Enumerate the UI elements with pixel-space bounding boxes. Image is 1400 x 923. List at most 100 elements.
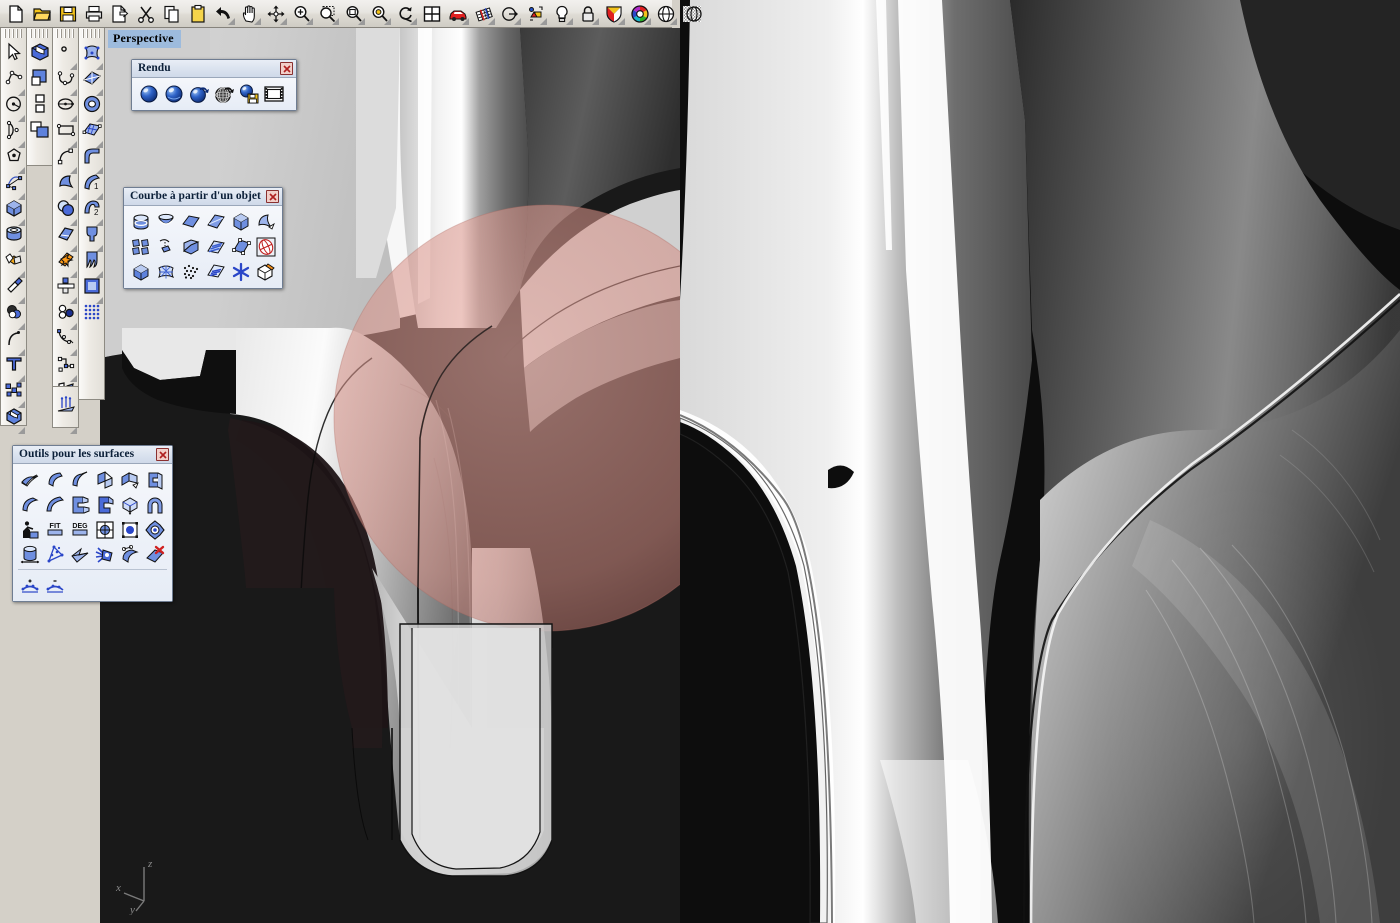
- split-surface-icon[interactable]: [92, 492, 117, 517]
- grid-snap-icon[interactable]: [471, 1, 497, 27]
- ellipse-icon[interactable]: [53, 91, 78, 117]
- blue-surface-icon[interactable]: [79, 65, 104, 91]
- open-file-icon[interactable]: [29, 1, 55, 27]
- flow-icon[interactable]: [53, 247, 78, 273]
- sidebar-column-surface-tools[interactable]: 1 2: [78, 28, 105, 400]
- text-object-icon[interactable]: [203, 259, 228, 284]
- pipe-icon[interactable]: [142, 492, 167, 517]
- curve-tools-icon[interactable]: [1, 325, 26, 351]
- fillet-surface-icon[interactable]: [42, 467, 67, 492]
- zoom-in-icon[interactable]: [289, 1, 315, 27]
- flatten-surface-icon[interactable]: [67, 542, 92, 567]
- curve-point-icon[interactable]: [1, 169, 26, 195]
- palette-titlebar[interactable]: Courbe à partir d'un objet: [124, 188, 282, 206]
- column-grip[interactable]: [30, 29, 49, 38]
- sweep1-icon[interactable]: 1: [79, 169, 104, 195]
- adjust-surface-icon[interactable]: [142, 517, 167, 542]
- extrude-icon[interactable]: [53, 221, 78, 247]
- pullback-curve-icon[interactable]: [178, 234, 203, 259]
- circle-icon[interactable]: [1, 91, 26, 117]
- project-curve-icon[interactable]: [153, 234, 178, 259]
- palette-titlebar[interactable]: Outils pour les surfaces: [13, 446, 172, 464]
- add-knot-icon[interactable]: [17, 572, 42, 597]
- insert-knot-icon[interactable]: [117, 517, 142, 542]
- zoom-window-icon[interactable]: [315, 1, 341, 27]
- render-animation-icon[interactable]: [261, 81, 286, 106]
- properties-icon[interactable]: [523, 1, 549, 27]
- copy-icon[interactable]: [159, 1, 185, 27]
- export-icon[interactable]: [107, 1, 133, 27]
- viewport-left-perspective[interactable]: Perspective z x y: [100, 28, 680, 923]
- rail2-icon[interactable]: [79, 247, 104, 273]
- fillet-icon[interactable]: [1, 299, 26, 325]
- close-icon[interactable]: [266, 190, 279, 203]
- lock-icon[interactable]: [575, 1, 601, 27]
- contour-curve-icon[interactable]: [153, 209, 178, 234]
- render-sphere-icon[interactable]: [136, 81, 161, 106]
- box-icon[interactable]: [1, 195, 26, 221]
- rotate-view-icon[interactable]: [393, 1, 419, 27]
- point-cloud-icon[interactable]: [178, 259, 203, 284]
- palette-titlebar[interactable]: Rendu: [132, 60, 296, 78]
- sun-surface-icon[interactable]: [92, 542, 117, 567]
- remove-knot-icon[interactable]: [42, 572, 67, 597]
- close-icon[interactable]: [280, 62, 293, 75]
- edge-curve-icon[interactable]: [228, 234, 253, 259]
- loft-icon[interactable]: [79, 273, 104, 299]
- extend-surface-icon[interactable]: [17, 467, 42, 492]
- save-file-icon[interactable]: [55, 1, 81, 27]
- delete-surface-icon[interactable]: [142, 542, 167, 567]
- standard-toolbar[interactable]: [0, 0, 672, 28]
- new-file-icon[interactable]: [3, 1, 29, 27]
- two-squares-icon[interactable]: [27, 91, 52, 117]
- drape-icon[interactable]: [53, 387, 78, 423]
- zoom-extents-icon[interactable]: [367, 1, 393, 27]
- mesh-surface-icon[interactable]: [79, 39, 104, 65]
- arc-icon[interactable]: [1, 117, 26, 143]
- merge-surface-icon[interactable]: [117, 467, 142, 492]
- grid-surface-icon[interactable]: [79, 117, 104, 143]
- fan-icon[interactable]: 2: [79, 195, 104, 221]
- rectangle-icon[interactable]: [53, 117, 78, 143]
- shaded-box-icon[interactable]: [27, 39, 52, 65]
- revolve-icon[interactable]: [79, 143, 104, 169]
- front-square-icon[interactable]: [27, 65, 52, 91]
- print-icon[interactable]: [81, 1, 107, 27]
- render-wireframe-icon[interactable]: [211, 81, 236, 106]
- cap-surface-icon[interactable]: [17, 542, 42, 567]
- degree-surface-icon[interactable]: DEG: [67, 517, 92, 542]
- render-quick-icon[interactable]: [161, 81, 186, 106]
- points-surface-icon[interactable]: [42, 542, 67, 567]
- light-bulb-icon[interactable]: [549, 1, 575, 27]
- sidebar-column-curve-tools[interactable]: [52, 28, 79, 426]
- point-grid-icon[interactable]: [79, 299, 104, 325]
- polyline-icon[interactable]: [1, 65, 26, 91]
- torus-icon[interactable]: [79, 91, 104, 117]
- viewport-right-render[interactable]: [680, 0, 1400, 923]
- offset-surface-icon[interactable]: [17, 492, 42, 517]
- match-surface-icon[interactable]: [142, 467, 167, 492]
- curvature-surface-icon[interactable]: [42, 492, 67, 517]
- cut-icon[interactable]: [133, 1, 159, 27]
- column-grip[interactable]: [56, 29, 75, 38]
- palette-outils-surfaces[interactable]: Outils pour les surfaces: [12, 445, 173, 602]
- control-curve-icon[interactable]: [53, 65, 78, 91]
- circles-icon[interactable]: [53, 299, 78, 325]
- polygon-icon[interactable]: [1, 143, 26, 169]
- control-points-icon[interactable]: [92, 517, 117, 542]
- palette-courbe-objet[interactable]: Courbe à partir d'un objet: [123, 187, 283, 289]
- shell-icon[interactable]: [117, 492, 142, 517]
- boolean-icon[interactable]: [1, 247, 26, 273]
- palette-rendu[interactable]: Rendu: [131, 59, 297, 111]
- border-curve-icon[interactable]: [253, 209, 278, 234]
- block-icon[interactable]: [1, 377, 26, 403]
- surface-patch-icon[interactable]: [53, 169, 78, 195]
- color-wheel-icon[interactable]: [627, 1, 653, 27]
- extract-points-icon[interactable]: [128, 234, 153, 259]
- layers-icon[interactable]: [497, 1, 523, 27]
- section-curve-icon[interactable]: [178, 209, 203, 234]
- text-icon[interactable]: [1, 351, 26, 377]
- render-preview-icon[interactable]: [186, 81, 211, 106]
- unroll-icon[interactable]: [253, 259, 278, 284]
- direction-surface-icon[interactable]: [117, 542, 142, 567]
